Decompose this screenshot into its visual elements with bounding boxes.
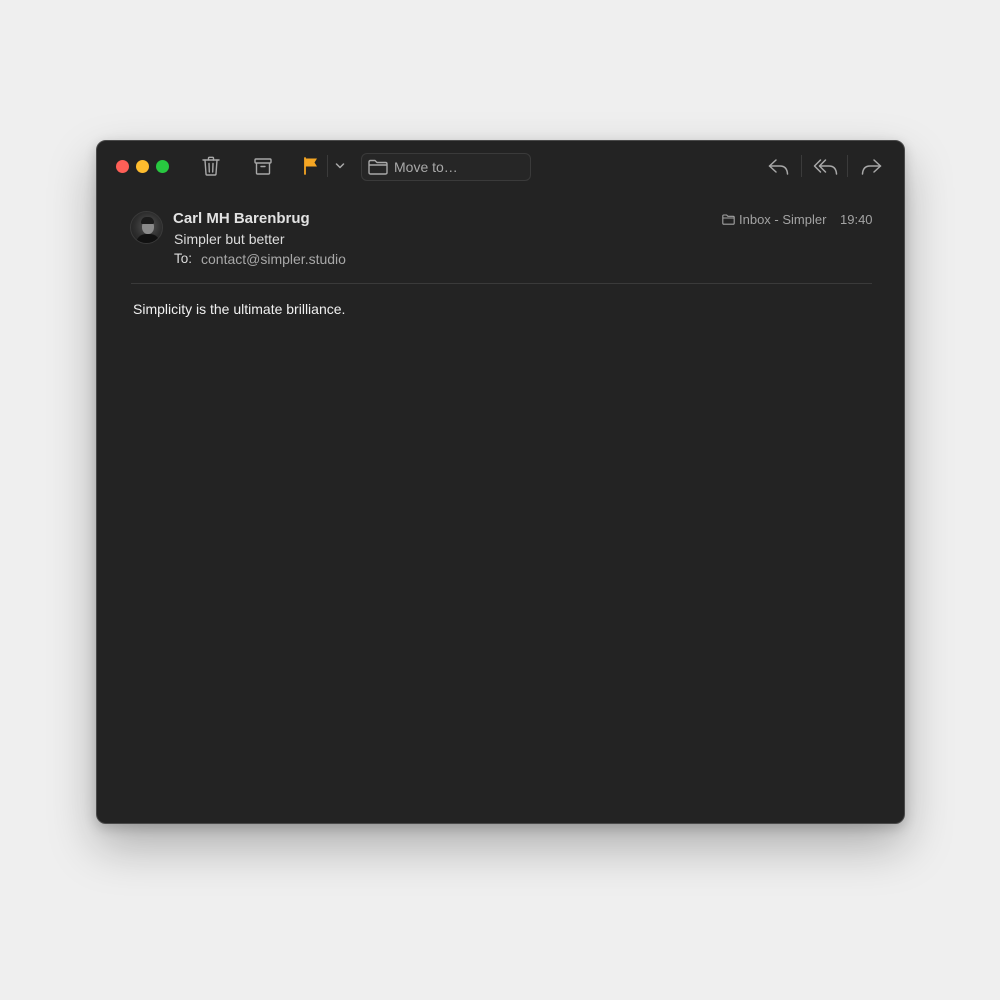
toolbar-separator [327,155,328,177]
mailbox-label: Inbox - Simpler [739,212,827,227]
maximize-window-button[interactable] [156,160,169,173]
minimize-window-button[interactable] [136,160,149,173]
mail-window: Move to… Carl MH Barenbrug Simpler but b… [96,140,905,824]
sender-name[interactable]: Carl MH Barenbrug [173,210,310,227]
toolbar-separator [801,155,802,177]
reply-all-icon[interactable] [812,156,838,176]
folder-icon [722,214,735,225]
trash-icon[interactable] [201,155,221,177]
sender-avatar [130,211,163,244]
move-to-label: Move to… [394,159,458,175]
archive-icon[interactable] [253,156,273,176]
message-time: 19:40 [840,212,873,227]
message-body: Simplicity is the ultimate brilliance. [133,301,346,317]
folder-icon [368,159,388,175]
move-to-button[interactable]: Move to… [361,153,531,181]
mailbox-location[interactable]: Inbox - Simpler [722,212,826,227]
recipient-address[interactable]: contact@simpler.studio [201,251,346,267]
forward-icon[interactable] [860,156,882,176]
chevron-down-icon[interactable] [334,159,346,173]
close-window-button[interactable] [116,160,129,173]
reply-icon[interactable] [767,156,789,176]
to-label: To: [174,251,193,266]
header-divider [131,283,872,284]
toolbar-separator [847,155,848,177]
message-subject: Simpler but better [174,231,285,247]
flag-icon[interactable] [301,156,321,176]
